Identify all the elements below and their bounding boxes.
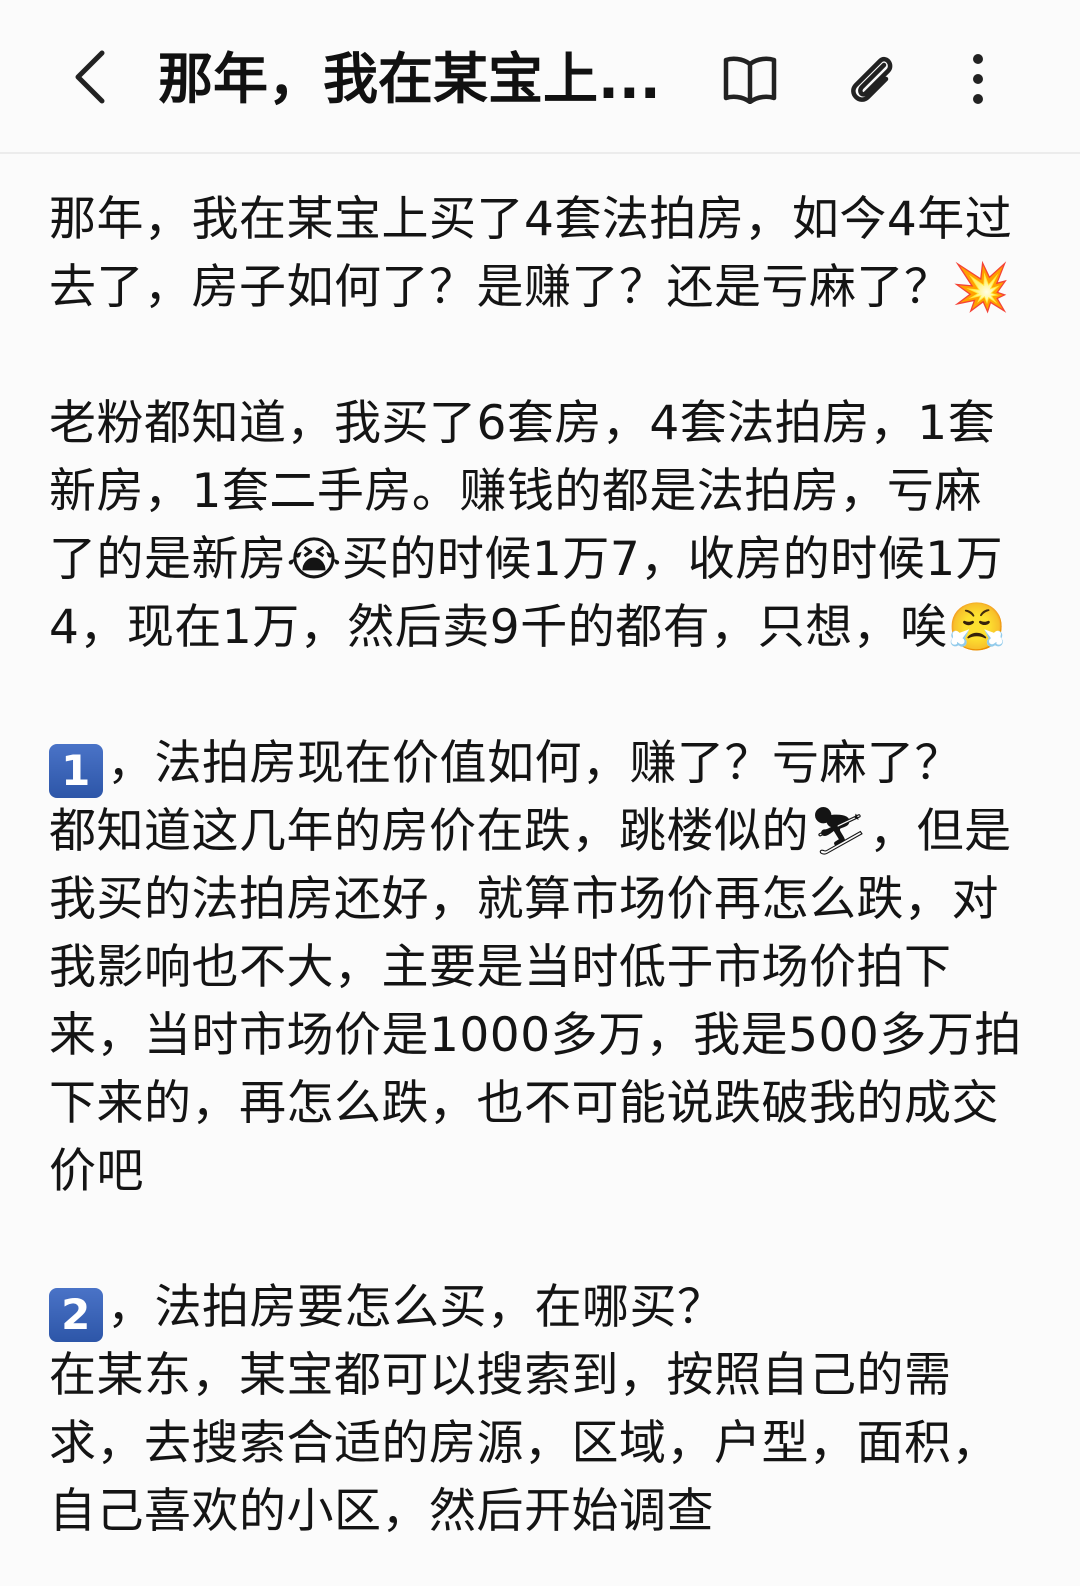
article-body: 那年，我在某宝上买了4套法拍房，如今4年过去了，房子如何了？是赚了？还是亏麻了？…: [49, 186, 1029, 1546]
section-2-heading: 2 ，法拍房要怎么买，在哪买？: [49, 1274, 1029, 1342]
keycap-1-badge: 1: [49, 744, 103, 798]
chevron-left-icon: [75, 50, 105, 104]
section-1-text-b: ，但是我买的法拍房还好，就算市场价再怎么跌，对我影响也不大，主要是当时低于市场价…: [49, 804, 1022, 1199]
skier-emoji: ⛷: [809, 804, 870, 859]
top-bar: 那年，我在某宝上...: [0, 0, 1080, 154]
more-vertical-icon: [973, 54, 983, 104]
open-book-icon: [723, 56, 777, 104]
more-options-button[interactable]: [946, 47, 1010, 111]
collision-emoji: 💥: [951, 260, 1011, 315]
section-1: 1 ，法拍房现在价值如何，赚了？亏麻了？ 都知道这几年的房价在跌，跳楼似的⛷，但是…: [49, 730, 1029, 1206]
intro-paragraph: 那年，我在某宝上买了4套法拍房，如今4年过去了，房子如何了？是赚了？还是亏麻了？…: [49, 186, 1029, 322]
section-2-text: 在某东，某宝都可以搜索到，按照自己的需求，去搜索合适的房源，区域，户型，面积，自…: [49, 1348, 999, 1539]
page-title: 那年，我在某宝上...: [158, 47, 661, 111]
section-2: 2 ，法拍房要怎么买，在哪买？ 在某东，某宝都可以搜索到，按照自己的需求，去搜索合…: [49, 1274, 1029, 1546]
steam-face-emoji: 😤: [947, 600, 1007, 655]
attachment-button[interactable]: [840, 47, 904, 111]
section-1-heading-text: ，法拍房现在价值如何，赚了？亏麻了？: [107, 736, 962, 791]
reading-mode-button[interactable]: [718, 47, 782, 111]
paperclip-icon: [851, 56, 893, 102]
paragraph-overview: 老粉都知道，我买了6套房，4套法拍房，1套新房，1套二手房。赚钱的都是法拍房，亏…: [49, 390, 1029, 662]
section-1-heading: 1 ，法拍房现在价值如何，赚了？亏麻了？: [49, 730, 1029, 798]
crying-face-emoji: 😭: [286, 532, 342, 587]
intro-text: 那年，我在某宝上买了4套法拍房，如今4年过去了，房子如何了？是赚了？还是亏麻了？: [49, 192, 1013, 315]
section-2-heading-text: ，法拍房要怎么买，在哪买？: [107, 1280, 725, 1335]
keycap-2-badge: 2: [49, 1288, 103, 1342]
section-1-text-a: 都知道这几年的房价在跌，跳楼似的: [49, 804, 809, 859]
note-detail-screen: 那年，我在某宝上... 那年，我在某宝上买了4套法拍房，如今4年过去了，房子如何…: [0, 0, 1080, 1586]
back-button[interactable]: [60, 45, 120, 109]
